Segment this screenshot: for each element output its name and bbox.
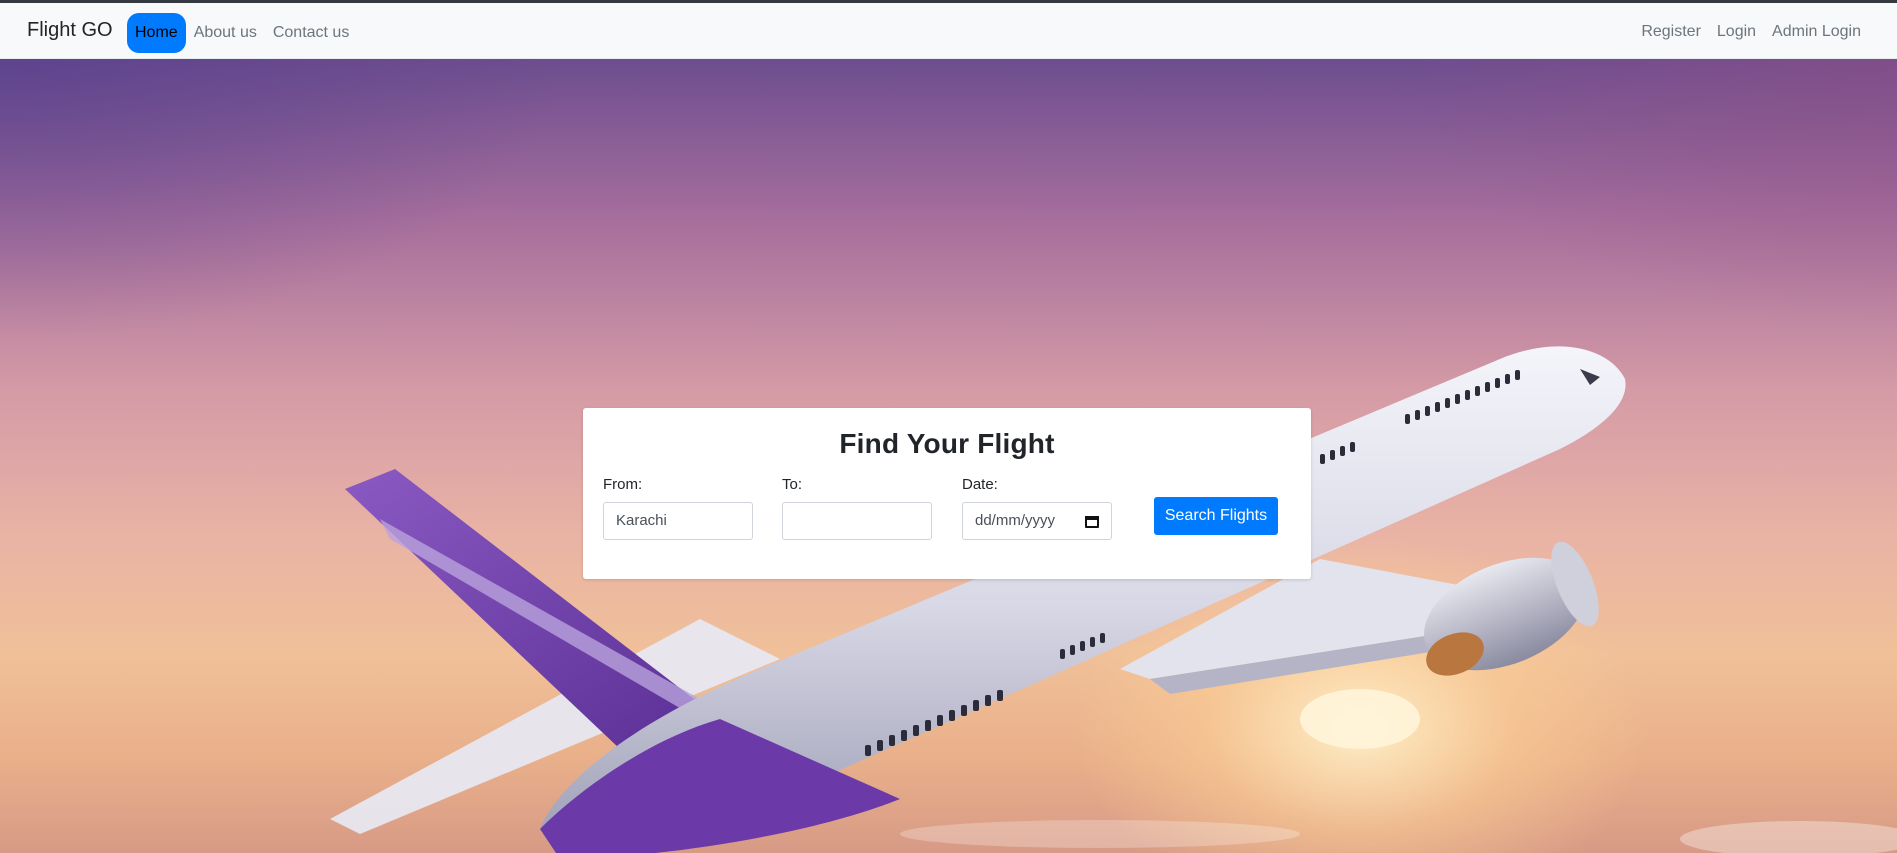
to-field-group: To: bbox=[782, 476, 932, 540]
nav-home-link[interactable]: Home bbox=[127, 13, 186, 53]
nav-admin-login-link[interactable]: Admin Login bbox=[1764, 13, 1869, 51]
nav-left-links: Home About us Contact us bbox=[127, 13, 357, 53]
date-input[interactable]: dd/mm/yyyy bbox=[962, 502, 1112, 540]
navbar: Flight GO Home About us Contact us Regis… bbox=[0, 3, 1897, 59]
search-flights-button[interactable]: Search Flights bbox=[1154, 497, 1278, 535]
nav-login-link[interactable]: Login bbox=[1709, 13, 1764, 51]
from-field-group: From: Karachi bbox=[603, 476, 753, 540]
date-field-group: Date: dd/mm/yyyy bbox=[962, 476, 1112, 540]
from-label: From: bbox=[603, 476, 643, 493]
to-label: To: bbox=[782, 476, 803, 493]
from-input[interactable]: Karachi bbox=[603, 502, 753, 540]
date-placeholder: dd/mm/yyyy bbox=[975, 512, 1056, 529]
nav-about-link[interactable]: About us bbox=[186, 14, 265, 52]
calendar-icon[interactable] bbox=[1085, 514, 1099, 528]
nav-contact-link[interactable]: Contact us bbox=[265, 14, 357, 52]
nav-register-link[interactable]: Register bbox=[1633, 13, 1709, 51]
date-label: Date: bbox=[962, 476, 998, 493]
nav-right-links: Register Login Admin Login bbox=[1633, 13, 1869, 51]
to-input[interactable] bbox=[782, 502, 932, 540]
search-title: Find Your Flight bbox=[839, 428, 1055, 459]
flight-search-card: Find Your Flight From: Karachi To: Date:… bbox=[583, 408, 1311, 579]
brand-logo[interactable]: Flight GO bbox=[27, 19, 113, 42]
